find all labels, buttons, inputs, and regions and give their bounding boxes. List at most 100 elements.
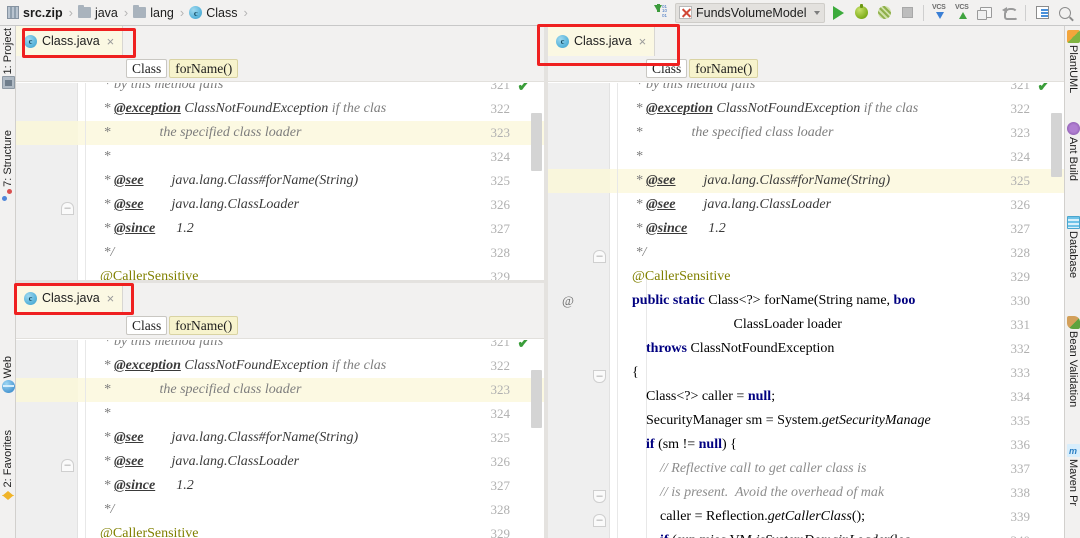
code-line[interactable]: * @see java.lang.ClassLoader xyxy=(86,193,300,217)
editor-splitter-horizontal[interactable] xyxy=(16,280,544,283)
run-configuration-selector[interactable]: FundsVolumeModel xyxy=(675,2,825,23)
sidebar-item-plantuml[interactable]: PlantUML xyxy=(1065,28,1080,93)
line-number: 337 xyxy=(1010,461,1031,476)
sidebar-item-database[interactable]: Database xyxy=(1065,214,1080,278)
close-icon[interactable]: × xyxy=(105,35,115,48)
code-line[interactable]: SecurityManager sm = System.getSecurityM… xyxy=(618,409,931,433)
inspection-ok-icon[interactable]: ✔ xyxy=(517,340,530,351)
code-line[interactable]: * the specified class loader xyxy=(86,121,302,145)
code-span: if xyxy=(660,533,669,538)
editor-tab-class-java[interactable]: c Class.java × xyxy=(548,26,656,56)
code-line[interactable]: @CallerSensitive xyxy=(86,522,198,538)
code-area[interactable]: 321 322 323 324 325 326 327 328 329 * by this me… xyxy=(16,83,544,280)
fold-marker[interactable]: – xyxy=(593,514,606,527)
code-line[interactable]: * by this method fails xyxy=(86,340,224,354)
scrollbar-thumb[interactable] xyxy=(531,370,542,428)
fold-marker[interactable]: – xyxy=(593,370,606,383)
breadcrumb-chip-forname[interactable]: forName() xyxy=(169,59,239,78)
line-number: 329 xyxy=(490,526,511,538)
code-line[interactable]: // Reflective call to get caller class i… xyxy=(618,457,866,481)
sidebar-item-maven[interactable]: m Maven Pr xyxy=(1065,442,1080,506)
code-line[interactable]: * @since 1.2 xyxy=(86,474,194,498)
editor-gutter[interactable] xyxy=(548,83,610,538)
code-line[interactable]: * @see java.lang.Class#forName(String) xyxy=(618,169,891,193)
code-line[interactable]: * @since 1.2 xyxy=(618,217,726,241)
breadcrumb-chip-forname[interactable]: forName() xyxy=(169,316,239,335)
sidebar-item-structure[interactable]: 7: Structure xyxy=(0,130,15,204)
sidebar-item-favorites[interactable]: 2: Favorites xyxy=(0,430,15,500)
code-line[interactable]: */ xyxy=(86,498,115,522)
scrollbar-thumb[interactable] xyxy=(1051,113,1062,177)
code-line[interactable]: * @exception ClassNotFoundException if t… xyxy=(86,97,387,121)
editor-tab-class-java[interactable]: c Class.java × xyxy=(16,283,124,313)
code-line[interactable]: * by this method fails xyxy=(618,83,756,97)
code-line[interactable]: * @since 1.2 xyxy=(86,217,194,241)
code-line[interactable]: * xyxy=(86,402,111,426)
database-button[interactable] xyxy=(1032,3,1052,23)
code-line[interactable]: * @see java.lang.ClassLoader xyxy=(86,450,300,474)
undo-button[interactable] xyxy=(999,3,1019,23)
stop-button[interactable] xyxy=(897,3,917,23)
fold-marker[interactable]: – xyxy=(61,459,74,472)
editor-gutter[interactable] xyxy=(16,340,78,538)
annotation-gutter-icon[interactable]: @ xyxy=(560,289,576,313)
sidebar-item-ant-build[interactable]: Ant Build xyxy=(1065,120,1080,181)
debug-button[interactable] xyxy=(851,3,871,23)
breadcrumb-chip-class[interactable]: Class xyxy=(126,316,168,335)
code-line[interactable]: if (sun.misc.VM.isSystemDomainLoader(loa xyxy=(618,529,911,538)
vcs-update-button[interactable]: VCS xyxy=(930,3,950,23)
fold-marker[interactable]: – xyxy=(593,490,606,503)
breadcrumb-chip-class[interactable]: Class xyxy=(126,59,168,78)
breadcrumb-item-lang[interactable]: lang xyxy=(133,5,174,20)
code-line[interactable]: @CallerSensitive xyxy=(618,265,730,289)
code-line[interactable]: * the specified class loader xyxy=(618,121,834,145)
code-line[interactable]: throws ClassNotFoundException xyxy=(618,337,834,361)
run-with-coverage-button[interactable] xyxy=(874,3,894,23)
code-line[interactable]: Class<?> caller = null; xyxy=(618,385,775,409)
copy-button[interactable] xyxy=(976,3,996,23)
code-line[interactable]: * @exception ClassNotFoundException if t… xyxy=(86,354,387,378)
code-line[interactable]: public static Class<?> forName(String na… xyxy=(618,289,915,313)
code-line[interactable]: ClassLoader loader xyxy=(618,313,842,337)
close-icon[interactable]: × xyxy=(637,35,647,48)
code-line[interactable]: * xyxy=(618,145,643,169)
breadcrumb-chip-class[interactable]: Class xyxy=(646,59,688,78)
code-line[interactable]: */ xyxy=(86,241,115,265)
code-line[interactable]: if (sm != null) { xyxy=(618,433,737,457)
fold-marker[interactable]: – xyxy=(593,250,606,263)
caret-line-gutter-highlight xyxy=(16,378,78,402)
inspection-ok-icon[interactable]: ✔ xyxy=(1037,83,1050,94)
code-line[interactable]: caller = Reflection.getCallerClass(); xyxy=(618,505,865,529)
code-line[interactable]: */ xyxy=(618,241,647,265)
close-icon[interactable]: × xyxy=(105,292,115,305)
code-area[interactable]: 321 322 323 324 325 326 327 328 329 330 331 332 333 3… xyxy=(548,83,1064,538)
inspection-ok-icon[interactable]: ✔ xyxy=(517,83,530,94)
sidebar-item-project[interactable]: 1: Project xyxy=(0,28,15,91)
search-everywhere-button[interactable] xyxy=(1055,3,1075,23)
line-number: 326 xyxy=(1010,197,1031,212)
vcs-commit-button[interactable]: VCS xyxy=(953,3,973,23)
breadcrumb-item-class[interactable]: c Class xyxy=(189,6,237,20)
code-line[interactable]: // is present. Avoid the overhead of mak xyxy=(618,481,884,505)
sidebar-item-bean-validation[interactable]: Bean Validation xyxy=(1065,314,1080,407)
breadcrumb-item-java[interactable]: java xyxy=(77,5,118,20)
sidebar-item-web[interactable]: Web xyxy=(0,356,15,395)
code-area[interactable]: 321 322 323 324 325 326 327 328 329 * by this me… xyxy=(16,340,544,538)
code-line[interactable]: @CallerSensitive xyxy=(86,265,198,280)
code-line[interactable]: * xyxy=(86,145,111,169)
code-line[interactable]: * @see java.lang.ClassLoader xyxy=(618,193,832,217)
fold-marker[interactable]: – xyxy=(61,202,74,215)
breadcrumb-chip-forname[interactable]: forName() xyxy=(689,59,759,78)
code-line[interactable]: * @exception ClassNotFoundException if t… xyxy=(618,97,919,121)
breadcrumb-item-src-zip[interactable]: src.zip xyxy=(7,6,63,20)
code-line[interactable]: * by this method fails xyxy=(86,83,224,97)
code-line[interactable]: * @see java.lang.Class#forName(String) xyxy=(86,169,359,193)
code-line[interactable]: * @see java.lang.Class#forName(String) xyxy=(86,426,359,450)
run-button[interactable] xyxy=(828,3,848,23)
code-line[interactable]: * the specified class loader xyxy=(86,378,302,402)
editor-tab-class-java[interactable]: c Class.java × xyxy=(16,26,124,56)
download-updates-icon[interactable]: 01 10 01 xyxy=(652,3,672,23)
editor-gutter[interactable] xyxy=(16,83,78,280)
scrollbar-thumb[interactable] xyxy=(531,113,542,171)
code-line[interactable]: { xyxy=(618,361,639,385)
